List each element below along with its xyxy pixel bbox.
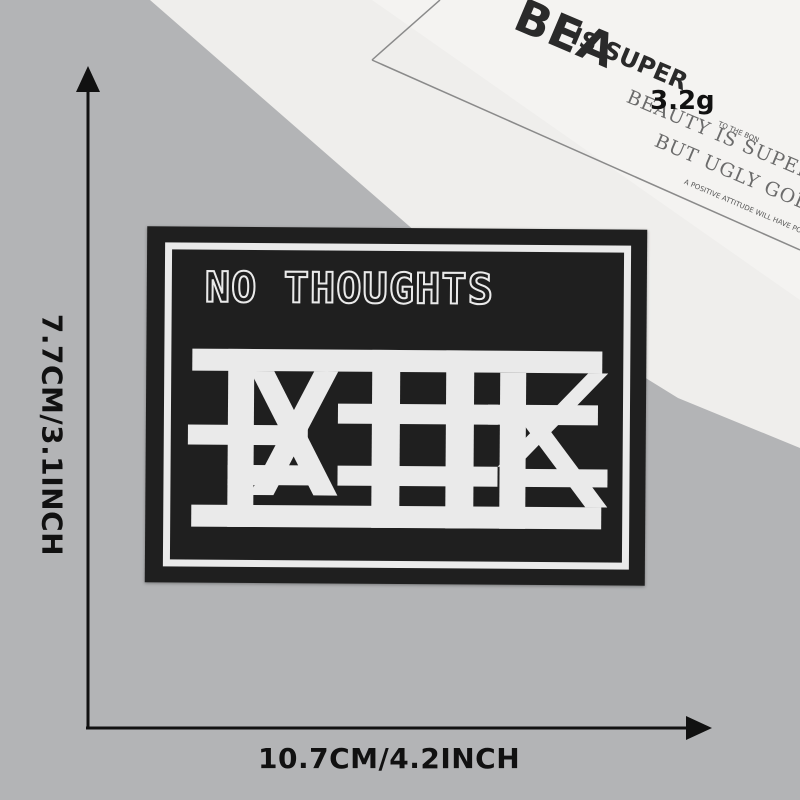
- width-arrow-head: [686, 716, 712, 740]
- height-dimension-label: 7.7CM/3.1INCH: [35, 313, 69, 557]
- width-dimension-label: 10.7CM/4.2INCH: [258, 742, 521, 775]
- patch: NO THOUGHTS: [144, 226, 648, 586]
- height-arrow-head: [76, 66, 100, 92]
- patch-glyph-art: [187, 348, 609, 530]
- product-photo: BEA IS SUPER BEAUTY IS SUPERFI BUT UGLY …: [0, 0, 800, 800]
- patch-title: NO THOUGHTS: [204, 262, 495, 315]
